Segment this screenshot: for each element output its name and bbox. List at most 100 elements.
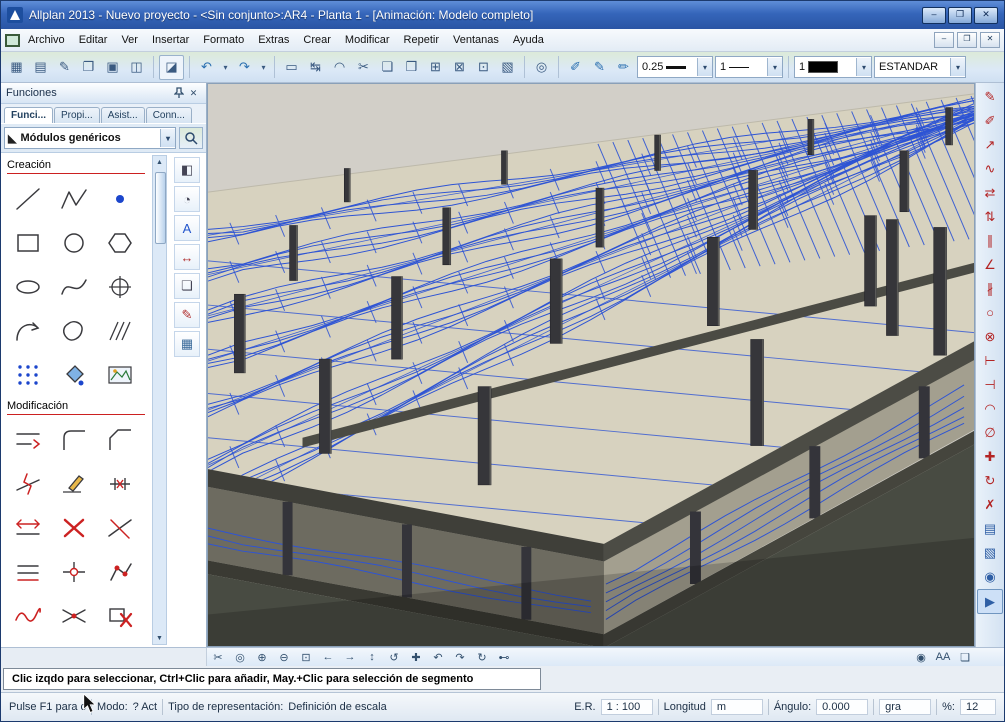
redo-button[interactable]: ↷ bbox=[233, 56, 256, 79]
scrollbar-track[interactable] bbox=[154, 168, 166, 632]
tool-edit-pencil[interactable] bbox=[51, 462, 97, 505]
zoom-all-icon[interactable]: ◎ bbox=[229, 649, 251, 665]
mdi-restore-button[interactable]: ❐ bbox=[957, 32, 977, 48]
mirror-h-icon[interactable]: ⇄ bbox=[978, 181, 1002, 204]
tool-polyline[interactable] bbox=[51, 177, 97, 220]
scrollbar-thumb[interactable] bbox=[155, 172, 166, 244]
tool-move-points[interactable] bbox=[97, 550, 143, 593]
mode-value[interactable]: ? Act bbox=[133, 701, 157, 713]
tool-point[interactable] bbox=[97, 177, 143, 220]
fillet-icon[interactable]: ◠ bbox=[978, 397, 1002, 420]
scroll-up-icon[interactable]: ▲ bbox=[154, 156, 165, 168]
tool-cross-element[interactable] bbox=[97, 506, 143, 549]
minimize-button[interactable]: – bbox=[922, 6, 946, 24]
mdi-close-button[interactable]: ✕ bbox=[980, 32, 1000, 48]
move-icon[interactable]: ✚ bbox=[978, 445, 1002, 468]
line-type-combo[interactable]: 1 ▾ bbox=[715, 56, 783, 78]
menu-item-9[interactable]: Ventanas bbox=[446, 32, 506, 48]
crossing-icon[interactable]: ⊠ bbox=[448, 56, 471, 79]
text-icon[interactable]: A bbox=[174, 215, 200, 241]
tool-parallel-copy[interactable] bbox=[5, 550, 51, 593]
camera-icon[interactable]: ◉ bbox=[978, 565, 1002, 588]
protractor-icon[interactable]: ◠ bbox=[328, 56, 351, 79]
panel-scrollbar[interactable]: ▲ ▼ bbox=[152, 155, 167, 645]
scroll-down-icon[interactable]: ▼ bbox=[154, 632, 165, 644]
print-icon[interactable]: ◫ bbox=[125, 56, 148, 79]
mdi-minimize-button[interactable]: – bbox=[934, 32, 954, 48]
close-button[interactable]: ✕ bbox=[974, 6, 998, 24]
region-select-icon[interactable]: ⊡ bbox=[472, 56, 495, 79]
menu-item-8[interactable]: Repetir bbox=[397, 32, 446, 48]
tool-node-edit[interactable] bbox=[51, 550, 97, 593]
link-view-icon[interactable]: ⊷ bbox=[493, 649, 515, 665]
tool-fill-area[interactable] bbox=[51, 353, 97, 396]
eyedropper-icon[interactable]: ✐ bbox=[564, 56, 587, 79]
open-folder-icon[interactable]: ❐ bbox=[77, 56, 100, 79]
plan-icon[interactable]: ❏ bbox=[174, 273, 200, 299]
panel-header[interactable]: Funciones ✕ bbox=[1, 83, 206, 104]
percent-value[interactable]: 12 bbox=[960, 699, 996, 715]
grid-icon[interactable]: ⊞ bbox=[424, 56, 447, 79]
menu-item-5[interactable]: Extras bbox=[251, 32, 296, 48]
panel-tab-3[interactable]: Conn... bbox=[145, 107, 192, 123]
tool-circle-center[interactable] bbox=[97, 265, 143, 308]
scissors-icon[interactable]: ✂ bbox=[352, 56, 375, 79]
reinforce-pen-icon[interactable]: ✎ bbox=[978, 85, 1002, 108]
tool-chamfer[interactable] bbox=[97, 418, 143, 461]
measure-icon[interactable]: ∅ bbox=[978, 421, 1002, 444]
redo-dropdown-arrow[interactable]: ▾ bbox=[258, 56, 269, 79]
line-color-arrow[interactable]: ▾ bbox=[856, 58, 871, 76]
zoom-in-icon[interactable]: ⊕ bbox=[251, 649, 273, 665]
tool-intersect[interactable] bbox=[51, 594, 97, 637]
leader-line-icon[interactable]: ↗ bbox=[978, 133, 1002, 156]
mirror-v-icon[interactable]: ⇅ bbox=[978, 205, 1002, 228]
rotate-icon[interactable]: ↻ bbox=[978, 469, 1002, 492]
tool-circle[interactable] bbox=[51, 221, 97, 264]
freehand-icon[interactable]: ✐ bbox=[978, 109, 1002, 132]
tool-adjust-curve[interactable] bbox=[5, 594, 51, 637]
previous-view-icon[interactable]: ↶ bbox=[427, 649, 449, 665]
animation-icon[interactable]: ▶ bbox=[977, 589, 1003, 614]
viewport-3d[interactable] bbox=[207, 83, 975, 647]
list-icon[interactable]: ▤ bbox=[978, 517, 1002, 540]
extend-icon[interactable]: ⊣ bbox=[978, 373, 1002, 396]
circle-bar-icon[interactable]: ○ bbox=[978, 301, 1002, 324]
parallel-icon[interactable]: ∥ bbox=[978, 229, 1002, 252]
layer-arrow[interactable]: ▾ bbox=[950, 58, 965, 76]
pen-icon[interactable]: ✎ bbox=[174, 302, 200, 328]
angle-icon[interactable]: ∠ bbox=[978, 253, 1002, 276]
pen-icon[interactable]: ✎ bbox=[588, 56, 611, 79]
intersect-icon[interactable]: ⊗ bbox=[978, 325, 1002, 348]
tool-delete-element[interactable] bbox=[97, 594, 143, 637]
tool-polygon[interactable] bbox=[97, 221, 143, 264]
undo-button[interactable]: ↶ bbox=[195, 56, 218, 79]
clip-icon[interactable]: ✂ bbox=[207, 649, 229, 665]
dimension-icon[interactable]: ↹ bbox=[304, 56, 327, 79]
trim-icon[interactable]: ⊢ bbox=[978, 349, 1002, 372]
tool-fillet[interactable] bbox=[51, 418, 97, 461]
angle-unit[interactable]: gra bbox=[879, 699, 932, 715]
zoom-out-icon[interactable]: ⊖ bbox=[273, 649, 295, 665]
layer-combo[interactable]: ESTANDAR ▾ bbox=[874, 56, 966, 78]
pen-thickness-combo[interactable]: 0.25 ▾ bbox=[637, 56, 713, 78]
menu-item-6[interactable]: Crear bbox=[296, 32, 338, 48]
restore-button[interactable]: ❐ bbox=[948, 6, 972, 24]
save-icon[interactable]: ▣ bbox=[101, 56, 124, 79]
antialias-icon[interactable]: AA bbox=[932, 649, 954, 665]
tool-freeform-area[interactable] bbox=[51, 309, 97, 352]
scale-value[interactable]: 1 : 100 bbox=[600, 699, 653, 715]
tool-image-area[interactable] bbox=[97, 353, 143, 396]
angle-value[interactable]: 0.000 bbox=[816, 699, 869, 715]
project-open-icon[interactable]: ▦ bbox=[5, 56, 28, 79]
delete-icon[interactable]: ✗ bbox=[978, 493, 1002, 516]
undo-dropdown-arrow[interactable]: ▾ bbox=[220, 56, 231, 79]
tool-ellipse[interactable] bbox=[5, 265, 51, 308]
move-view-icon[interactable]: ✚ bbox=[405, 649, 427, 665]
tool-delete[interactable] bbox=[51, 506, 97, 549]
line-color-combo[interactable]: 1 ▾ bbox=[794, 56, 872, 78]
tool-rectangle[interactable] bbox=[5, 221, 51, 264]
tool-stretch[interactable] bbox=[5, 506, 51, 549]
layers-icon[interactable]: ▧ bbox=[978, 541, 1002, 564]
document-edit-icon[interactable]: ✎ bbox=[53, 56, 76, 79]
zoom-icon[interactable]: ◎ bbox=[530, 56, 553, 79]
